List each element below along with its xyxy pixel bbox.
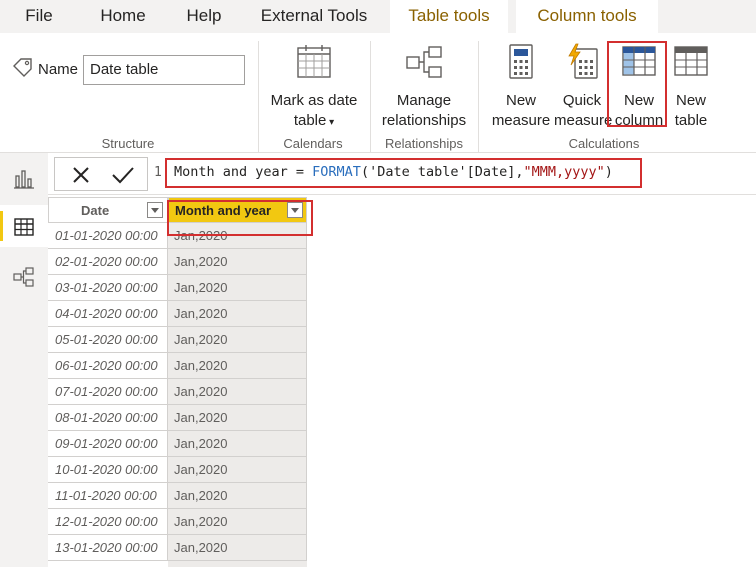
month-and-year-cell[interactable]: Jan,2020 [168, 431, 307, 457]
month-and-year-column: Month and year Jan,2020 Jan,2020 Jan,2020 J… [168, 197, 307, 567]
date-cell[interactable]: 13-01-2020 00:00 [48, 535, 168, 561]
report-view-icon [14, 170, 34, 189]
mark-as-date-line1: Mark as date [270, 92, 358, 109]
date-cell[interactable]: 01-01-2020 00:00 [48, 223, 168, 249]
month-and-year-cell[interactable]: Jan,2020 [168, 483, 307, 509]
month-and-year-cell[interactable]: Jan,2020 [168, 379, 307, 405]
relationships-icon [376, 43, 472, 87]
month-and-year-cell[interactable]: Jan,2020 [168, 509, 307, 535]
mark-as-date-table-button[interactable]: Mark as date table ▾ [266, 43, 362, 133]
new-table-button[interactable]: New table [664, 43, 718, 131]
cancel-formula-button[interactable] [71, 165, 91, 190]
menu-home[interactable]: Home [92, 0, 154, 33]
month-and-year-cell[interactable]: Jan,2020 [168, 405, 307, 431]
date-cell[interactable]: 09-01-2020 00:00 [48, 431, 168, 457]
month-and-year-cell[interactable]: Jan,2020 [168, 535, 307, 561]
close-icon [73, 167, 89, 183]
data-view-icon [14, 218, 34, 236]
new-table-line2: table [674, 112, 708, 129]
view-switcher-rail [0, 153, 48, 567]
month-and-year-cell[interactable]: Jan,2020 [168, 275, 307, 301]
quick-measure-icon [554, 43, 610, 87]
formula-commit-controls [54, 157, 148, 191]
new-measure-line2: measure [491, 112, 551, 129]
highlight-new-column-header [167, 200, 313, 236]
manage-relationships-line1: Manage [396, 92, 452, 109]
ribbon-separator [258, 41, 259, 153]
formula-bar: 1 Month and year = FORMAT('Date table'[D… [48, 153, 756, 195]
date-cell[interactable]: 04-01-2020 00:00 [48, 301, 168, 327]
tag-icon [12, 57, 34, 84]
date-cell[interactable]: 12-01-2020 00:00 [48, 509, 168, 535]
column-header-date[interactable]: Date [48, 197, 168, 223]
date-cell[interactable]: 06-01-2020 00:00 [48, 353, 168, 379]
date-cell[interactable]: 05-01-2020 00:00 [48, 327, 168, 353]
report-view-button[interactable] [0, 157, 48, 199]
date-cell[interactable]: 03-01-2020 00:00 [48, 275, 168, 301]
ribbon-separator [478, 41, 479, 153]
chevron-down-icon: ▾ [326, 117, 335, 128]
month-and-year-cell[interactable]: Jan,2020 [168, 249, 307, 275]
column-header-date-label: Date [81, 203, 110, 218]
group-label-calendars: Calendars [283, 136, 343, 151]
month-and-year-cell[interactable]: Jan,2020 [168, 353, 307, 379]
calculator-icon [488, 43, 554, 87]
date-column: Date 01-01-2020 00:00 02-01-2020 00:00 03-… [48, 197, 168, 567]
new-measure-line1: New [505, 92, 536, 109]
month-and-year-cell[interactable]: Jan,2020 [168, 457, 307, 483]
name-label: Name [38, 61, 79, 78]
tab-column-tools[interactable]: Column tools [516, 0, 658, 33]
date-cell[interactable]: 10-01-2020 00:00 [48, 457, 168, 483]
checkmark-icon [112, 167, 134, 184]
quick-measure-line1: Quick [562, 92, 602, 109]
data-view-button[interactable] [0, 205, 48, 247]
highlight-new-column [607, 41, 667, 127]
new-table-line1: New [675, 92, 706, 109]
menu-bar: File Home Help External Tools Table tool… [0, 0, 756, 33]
commit-formula-button[interactable] [111, 166, 135, 189]
date-cell[interactable]: 08-01-2020 00:00 [48, 405, 168, 431]
menu-file[interactable]: File [14, 0, 64, 33]
date-cell[interactable]: 07-01-2020 00:00 [48, 379, 168, 405]
manage-relationships-line2: relationships [381, 112, 467, 129]
quick-measure-button[interactable]: Quick measure [554, 43, 613, 131]
highlight-formula [165, 158, 642, 188]
new-table-icon [664, 43, 718, 87]
group-label-structure: Structure [101, 136, 155, 151]
quick-measure-line2: measure [554, 112, 613, 129]
table-name-input[interactable]: Date table [83, 55, 245, 85]
ribbon: Name Date table Structure Mark as date t… [0, 33, 756, 153]
column-filter-dropdown-date[interactable] [147, 202, 163, 218]
manage-relationships-button[interactable]: Manage relationships [376, 43, 472, 131]
menu-help[interactable]: Help [178, 0, 230, 33]
month-and-year-cell[interactable]: Jan,2020 [168, 301, 307, 327]
formula-line-number: 1 [154, 165, 162, 180]
tab-table-tools[interactable]: Table tools [390, 0, 508, 33]
calendar-icon [266, 43, 362, 87]
month-and-year-cell[interactable]: Jan,2020 [168, 327, 307, 353]
model-view-button[interactable] [0, 255, 48, 297]
date-cell[interactable]: 02-01-2020 00:00 [48, 249, 168, 275]
group-label-relationships: Relationships [384, 136, 464, 151]
ribbon-separator [370, 41, 371, 153]
model-view-icon [13, 267, 34, 287]
menu-external-tools[interactable]: External Tools [254, 0, 374, 33]
new-measure-button[interactable]: New measure [488, 43, 554, 131]
date-cell[interactable]: 11-01-2020 00:00 [48, 483, 168, 509]
group-label-calculations: Calculations [568, 136, 640, 151]
mark-as-date-line2: table [293, 112, 327, 129]
